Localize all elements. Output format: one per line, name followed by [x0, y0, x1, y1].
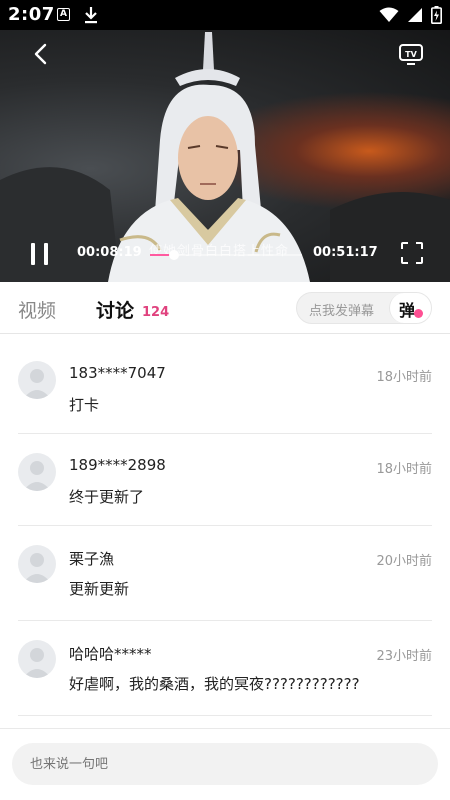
back-arrow-icon[interactable] — [30, 42, 54, 66]
danmaku-input[interactable]: 点我发弹幕 弹 — [296, 292, 432, 324]
app-badge-icon: A — [57, 8, 70, 21]
battery-icon — [431, 6, 442, 24]
status-time: 2:07 — [8, 4, 55, 25]
comment-item[interactable]: 栗子漁 20小时前 更新更新 — [18, 526, 432, 621]
comment-input[interactable] — [12, 743, 438, 785]
avatar-icon[interactable] — [18, 545, 56, 583]
comment-item[interactable]: 189****2898 18小时前 终于更新了 — [18, 434, 432, 526]
comment-username[interactable]: 栗子漁 — [69, 548, 114, 569]
comment-text: 更新更新 — [69, 580, 130, 598]
status-bar: 2:07 A — [0, 0, 450, 30]
tab-video[interactable]: 视频 — [18, 296, 56, 323]
tab-bar: 视频 讨论 124 点我发弹幕 弹 — [0, 282, 450, 334]
comment-username[interactable]: 哈哈哈***** — [69, 643, 152, 664]
avatar-icon[interactable] — [18, 361, 56, 399]
comment-time: 23小时前 — [376, 649, 432, 664]
download-icon — [85, 7, 97, 24]
progress-bar[interactable] — [150, 250, 302, 260]
comment-list[interactable]: 183****7047 18小时前 打卡 189****2898 18小时前 终… — [0, 342, 450, 718]
comment-username[interactable]: 189****2898 — [69, 456, 166, 474]
svg-text:TV: TV — [405, 50, 417, 59]
comment-username[interactable]: 183****7047 — [69, 364, 166, 382]
fullscreen-icon[interactable] — [400, 241, 424, 265]
comment-text: 终于更新了 — [69, 488, 145, 506]
comment-text: 打卡 — [69, 396, 100, 414]
comment-item[interactable]: 哈哈哈***** 23小时前 好虐啊，我的桑酒，我的冥夜???????????? — [18, 621, 432, 716]
comment-text: 好虐啊，我的桑酒，我的冥夜???????????? — [69, 675, 360, 693]
video-player[interactable]: TV 00:08:19 使她剑骨白白搭上性命 00:51:17 — [0, 30, 450, 282]
current-time: 00:08:19 — [77, 245, 142, 260]
total-time: 00:51:17 — [313, 245, 378, 260]
comment-input-bar — [0, 728, 450, 800]
wifi-icon — [379, 7, 399, 22]
comment-time: 20小时前 — [376, 554, 432, 569]
avatar-icon[interactable] — [18, 453, 56, 491]
danmaku-placeholder: 点我发弹幕 — [309, 304, 375, 319]
discuss-count-badge: 124 — [142, 305, 170, 320]
danmaku-on-indicator-icon — [414, 309, 423, 318]
danmaku-toggle-label: 弹 — [399, 301, 416, 320]
tab-discuss[interactable]: 讨论 — [96, 296, 134, 323]
comment-time: 18小时前 — [376, 370, 432, 385]
danmaku-toggle-button[interactable]: 弹 — [389, 293, 431, 323]
signal-icon — [408, 8, 422, 22]
comment-time: 18小时前 — [376, 462, 432, 477]
pause-icon[interactable] — [28, 241, 52, 267]
avatar-icon[interactable] — [18, 640, 56, 678]
comment-item[interactable]: 183****7047 18小时前 打卡 — [18, 342, 432, 434]
status-icons — [379, 6, 442, 24]
tv-cast-icon[interactable]: TV — [398, 42, 424, 66]
